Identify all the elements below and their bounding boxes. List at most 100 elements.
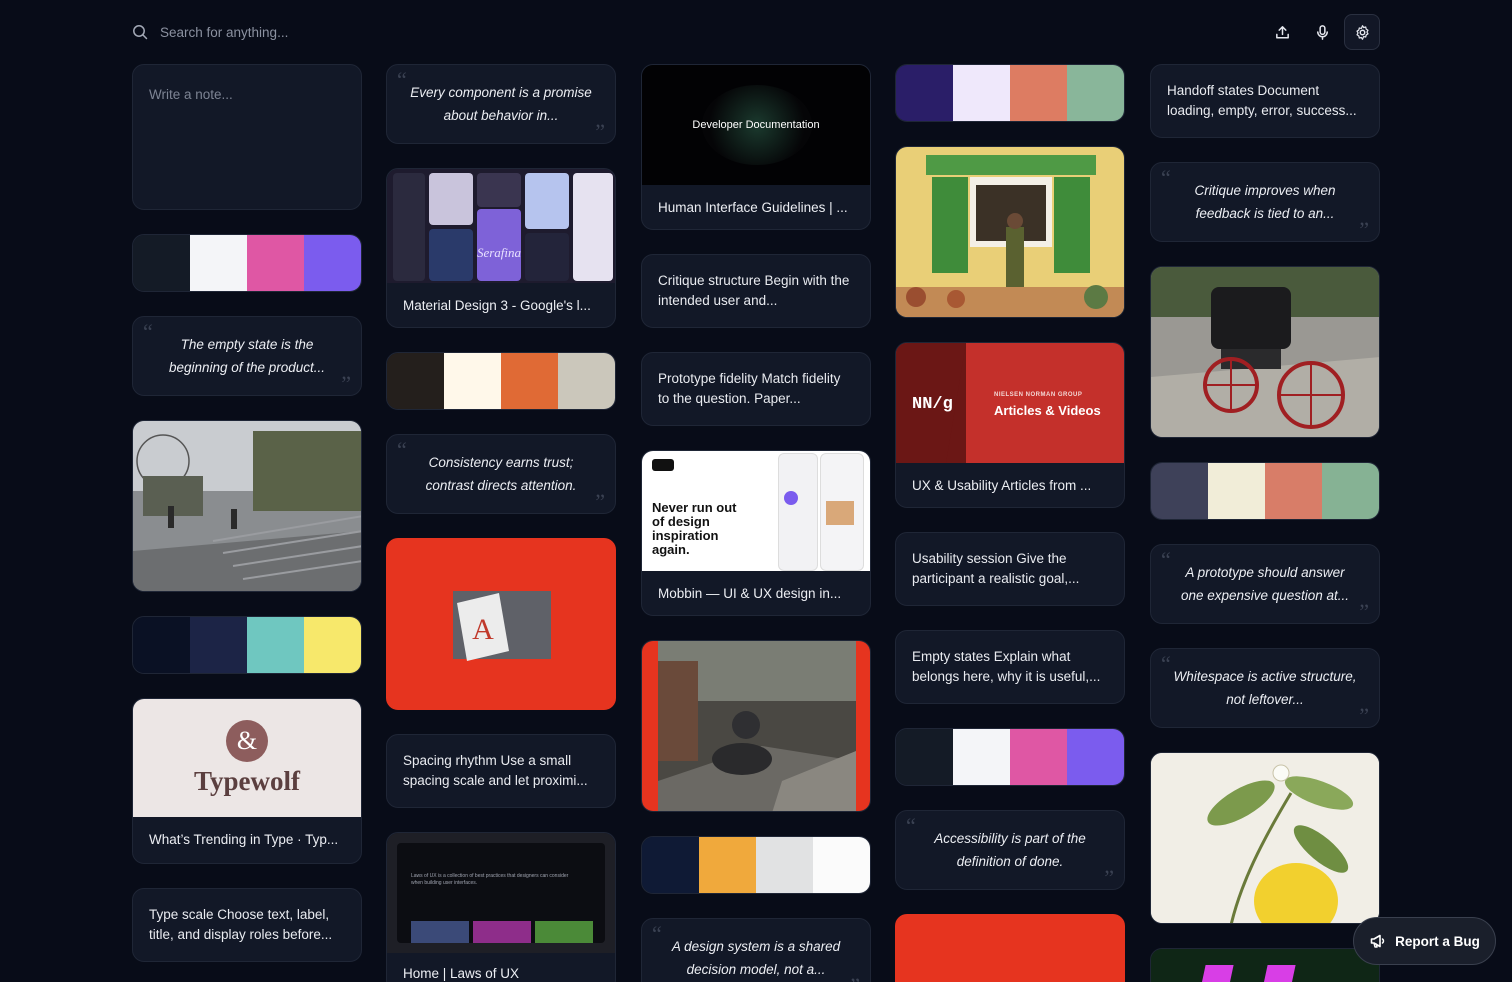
palette-swatch[interactable]	[304, 235, 361, 291]
open-quote-icon: “	[397, 67, 407, 92]
note-card[interactable]: Critique structure Begin with the intend…	[641, 254, 871, 328]
palette-swatch[interactable]	[1010, 65, 1067, 121]
image-card-red[interactable]	[895, 914, 1125, 982]
quote-card[interactable]: “ Whitespace is active structure, not le…	[1150, 648, 1380, 728]
palette-swatch[interactable]	[642, 837, 699, 893]
color-palette-card[interactable]	[895, 64, 1125, 122]
palette-swatch[interactable]	[756, 837, 813, 893]
palette-swatch[interactable]	[190, 617, 247, 673]
note-card[interactable]: Usability session Give the participant a…	[895, 532, 1125, 606]
lemon-illustration	[1151, 753, 1379, 923]
link-card-material[interactable]: Serafina Material Design 3 - Google's l.…	[386, 168, 616, 328]
palette-swatch[interactable]	[1010, 729, 1067, 785]
link-card-hig[interactable]: Developer Documentation Human Interface …	[641, 64, 871, 230]
quote-card[interactable]: “ Every component is a promise about beh…	[386, 64, 616, 144]
close-quote-icon: ”	[595, 489, 605, 514]
color-palette-card[interactable]	[1150, 462, 1380, 520]
typewolf-thumbnail: & Typewolf	[133, 699, 361, 817]
close-quote-icon: ”	[1359, 217, 1369, 242]
palette-swatch[interactable]	[133, 235, 190, 291]
palette-swatch[interactable]	[558, 353, 615, 409]
statue-photo	[642, 641, 870, 811]
green-thumb-graphic	[1151, 949, 1379, 982]
note-text: Spacing rhythm Use a small spacing scale…	[403, 753, 588, 788]
note-card[interactable]: Empty states Explain what belongs here, …	[895, 630, 1125, 704]
quote-card[interactable]: “ A prototype should answer one expensiv…	[1150, 544, 1380, 624]
palette-swatch[interactable]	[1208, 463, 1265, 519]
mobbin-thumbnail: Never run out of design inspiration agai…	[642, 451, 870, 571]
palette-swatch[interactable]	[1265, 463, 1322, 519]
microphone-button[interactable]	[1304, 14, 1340, 50]
color-palette-card[interactable]	[132, 616, 362, 674]
carriage-photo	[1151, 267, 1379, 437]
laws-of-ux-thumbnail: Laws of UX is a collection of best pract…	[387, 833, 615, 953]
quote-text: Accessibility is part of the definition …	[934, 831, 1086, 869]
close-quote-icon: ”	[1359, 703, 1369, 728]
open-quote-icon: “	[397, 437, 407, 462]
link-card-mobbin[interactable]: Never run out of design inspiration agai…	[641, 450, 871, 616]
color-palette-card[interactable]	[132, 234, 362, 292]
report-bug-button[interactable]: Report a Bug	[1353, 917, 1496, 965]
nng-logo: NN/g	[912, 395, 953, 414]
quote-card[interactable]: “ Consistency earns trust; contrast dire…	[386, 434, 616, 514]
close-quote-icon: ”	[595, 119, 605, 144]
photo-card-london[interactable]	[132, 420, 362, 592]
gear-icon	[1355, 24, 1369, 40]
quote-card[interactable]: “ The empty state is the beginning of th…	[132, 316, 362, 396]
link-title: UX & Usability Articles from ...	[912, 477, 1092, 493]
link-title: Material Design 3 - Google's l...	[403, 297, 591, 313]
link-title: Mobbin — UI & UX design in...	[658, 585, 842, 601]
palette-swatch[interactable]	[133, 617, 190, 673]
quote-card[interactable]: “ Accessibility is part of the definitio…	[895, 810, 1125, 890]
photo-card-green-window[interactable]	[895, 146, 1125, 318]
palette-swatch[interactable]	[1067, 65, 1124, 121]
quote-text: A design system is a shared decision mod…	[671, 939, 841, 977]
link-card-laws-of-ux[interactable]: Laws of UX is a collection of best pract…	[386, 832, 616, 982]
photo-card-carriage[interactable]	[1150, 266, 1380, 438]
palette-swatch[interactable]	[813, 837, 870, 893]
typewolf-logo: Typewolf	[194, 765, 300, 796]
settings-button[interactable]	[1344, 14, 1380, 50]
note-card[interactable]: Spacing rhythm Use a small spacing scale…	[386, 734, 616, 808]
color-palette-card[interactable]	[641, 836, 871, 894]
palette-swatch[interactable]	[444, 353, 501, 409]
london-photo	[133, 421, 361, 591]
palette-swatch[interactable]	[1322, 463, 1379, 519]
palette-swatch[interactable]	[699, 837, 756, 893]
palette-swatch[interactable]	[896, 729, 953, 785]
mobbin-logo-icon	[652, 459, 674, 471]
material-thumbnail: Serafina	[387, 169, 615, 283]
search-input[interactable]	[160, 24, 460, 40]
palette-swatch[interactable]	[247, 617, 304, 673]
upload-button[interactable]	[1264, 14, 1300, 50]
palette-swatch[interactable]	[387, 353, 444, 409]
note-card[interactable]: Handoff states Document loading, empty, …	[1150, 64, 1380, 138]
image-card-book[interactable]: A	[386, 538, 616, 710]
palette-swatch[interactable]	[953, 729, 1010, 785]
palette-swatch[interactable]	[896, 65, 953, 121]
palette-swatch[interactable]	[1067, 729, 1124, 785]
link-card-nng[interactable]: NN/g NIELSEN NORMAN GROUP Articles & Vid…	[895, 342, 1125, 508]
palette-swatch[interactable]	[190, 235, 247, 291]
color-palette-card[interactable]	[895, 728, 1125, 786]
palette-swatch[interactable]	[501, 353, 558, 409]
svg-text:Serafina: Serafina	[477, 245, 522, 260]
link-card-typewolf[interactable]: & Typewolf What’s Trending in Type · Typ…	[132, 698, 362, 864]
note-card[interactable]: Type scale Choose text, label, title, an…	[132, 888, 362, 962]
palette-swatch[interactable]	[247, 235, 304, 291]
color-palette-card[interactable]	[386, 352, 616, 410]
close-quote-icon: ”	[850, 975, 860, 982]
note-card[interactable]: Prototype fidelity Match fidelity to the…	[641, 352, 871, 426]
palette-swatch[interactable]	[953, 65, 1010, 121]
image-card-lemon[interactable]	[1150, 752, 1380, 924]
note-placeholder[interactable]: Write a note...	[149, 87, 345, 102]
search-bar[interactable]	[132, 18, 460, 46]
new-note-card[interactable]: Write a note...	[132, 64, 362, 210]
photo-card-statue[interactable]	[641, 640, 871, 812]
open-quote-icon: “	[1161, 165, 1171, 190]
quote-card[interactable]: “ Critique improves when feedback is tie…	[1150, 162, 1380, 242]
palette-swatch[interactable]	[304, 617, 361, 673]
palette-swatch[interactable]	[1151, 463, 1208, 519]
image-card-green-thumb[interactable]	[1150, 948, 1380, 982]
quote-card[interactable]: “ A design system is a shared decision m…	[641, 918, 871, 982]
